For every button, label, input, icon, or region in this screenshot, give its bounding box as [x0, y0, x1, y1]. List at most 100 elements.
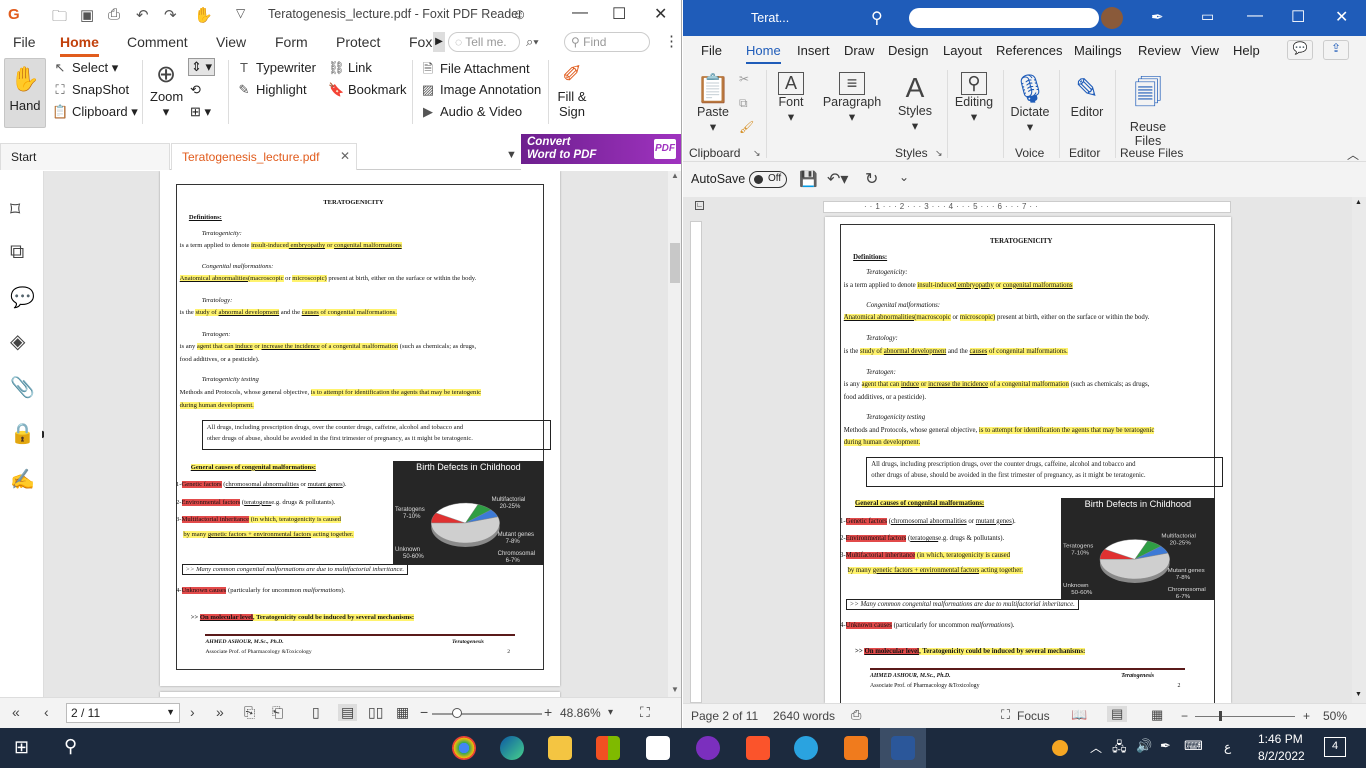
horizontal-ruler[interactable]: ··1···2···3···4···5···6···7··: [823, 201, 1231, 213]
save-icon[interactable]: ▣: [80, 6, 94, 24]
tab-start[interactable]: Start: [0, 143, 170, 170]
zoom-out-icon[interactable]: −: [420, 704, 428, 720]
page-number-field[interactable]: 2 / 11 ▼: [66, 703, 180, 723]
close-tab-icon[interactable]: ✕: [340, 149, 350, 163]
word-zoom-out-icon[interactable]: −: [1181, 709, 1188, 723]
word-tab-home[interactable]: Home: [746, 43, 781, 65]
format-painter-icon[interactable]: 🖌: [739, 120, 754, 134]
focus-label[interactable]: Focus: [1017, 709, 1050, 723]
word-zoom-level[interactable]: 50%: [1323, 709, 1347, 723]
typewriter-button[interactable]: T Typewriter: [236, 60, 316, 75]
tab-document[interactable]: Teratogenesis_lecture.pdf ✕: [171, 143, 357, 170]
designer-pen-icon[interactable]: ✒: [1151, 8, 1164, 26]
mail-icon[interactable]: [646, 736, 670, 760]
prev-page-icon[interactable]: ‹: [44, 704, 49, 720]
security-panel-icon[interactable]: 🔒: [10, 421, 35, 446]
styles-button[interactable]: A Styles ▾: [895, 72, 935, 133]
taskbar-search-icon[interactable]: ⚲: [64, 736, 77, 757]
edge-icon[interactable]: [500, 736, 524, 760]
volume-icon[interactable]: 🔊: [1136, 738, 1152, 754]
audio-video-button[interactable]: ▶ Audio & Video: [420, 104, 522, 120]
menu-scroll-right[interactable]: ▶: [433, 32, 445, 52]
weather-icon[interactable]: [1052, 740, 1068, 756]
clock-time[interactable]: 1:46 PM: [1258, 732, 1303, 746]
zoom-slider[interactable]: [432, 708, 542, 718]
attachments-panel-icon[interactable]: 📎: [10, 375, 35, 400]
scroll-down-icon[interactable]: ▼: [671, 685, 679, 694]
find-box[interactable]: ⚲ Find: [564, 32, 650, 52]
zoom-slider-thumb[interactable]: [452, 708, 462, 718]
chrome-icon[interactable]: [452, 736, 476, 760]
menu-home[interactable]: Home: [60, 34, 99, 57]
word-tab-insert[interactable]: Insert: [797, 43, 830, 58]
zoom-level[interactable]: 48.86%: [560, 706, 601, 720]
redo-icon[interactable]: ↷: [164, 6, 177, 24]
search-options-icon[interactable]: ⌕▾: [526, 34, 539, 50]
word-zoom-in-icon[interactable]: +: [1303, 709, 1310, 723]
autosave-toggle[interactable]: Off: [749, 171, 787, 188]
continuous-facing-icon[interactable]: ▦: [396, 704, 409, 721]
minimize-button[interactable]: —: [572, 4, 588, 22]
word-close-button[interactable]: ✕: [1335, 7, 1348, 27]
start-windows-icon[interactable]: ⊞: [14, 737, 29, 758]
file-explorer-icon[interactable]: [548, 736, 572, 760]
layers-panel-icon[interactable]: ◈: [10, 329, 25, 354]
first-page-icon[interactable]: «: [12, 704, 20, 720]
proofing-icon[interactable]: ⎙: [851, 707, 861, 723]
foxit-document-view[interactable]: TERATOGENICITY Definitions: Teratogenicity…: [44, 171, 668, 697]
highlight-button[interactable]: ✎ Highlight: [236, 82, 307, 98]
menu-protect[interactable]: Protect: [336, 34, 380, 50]
clipboard-launcher-icon[interactable]: ↘: [753, 148, 761, 159]
word-save-icon[interactable]: 💾: [799, 170, 818, 188]
fit-page-button[interactable]: ⇕ ▾: [188, 58, 216, 76]
network-icon[interactable]: 🖧: [1112, 738, 1127, 760]
single-page-icon[interactable]: ▯: [312, 704, 320, 721]
foxit-taskbar-icon[interactable]: [844, 736, 868, 760]
file-attachment-button[interactable]: 🗎 File Attachment: [420, 60, 530, 82]
zoom-button[interactable]: ⊕ Zoom ▾: [150, 60, 183, 120]
fullscreen-icon[interactable]: ⛶: [640, 704, 650, 721]
close-button[interactable]: ✕: [654, 4, 667, 24]
scroll-up-icon[interactable]: ▲: [671, 171, 679, 180]
tell-me-box[interactable]: ◌ Tell me.: [448, 32, 520, 52]
account-icon[interactable]: ☺: [512, 6, 527, 23]
word-maximize-button[interactable]: ☐: [1291, 7, 1305, 27]
pen-icon[interactable]: ✒: [1160, 738, 1171, 754]
hand-quick-icon[interactable]: ✋: [194, 6, 213, 24]
status-page[interactable]: Page 2 of 11: [691, 709, 758, 723]
convert-promo-banner[interactable]: Convert Word to PDF PDF: [521, 134, 681, 164]
word-document-area[interactable]: ∟ ··1···2···3···4···5···6···7·· TERATOGE…: [683, 197, 1366, 714]
web-layout-icon[interactable]: ▦: [1151, 707, 1163, 723]
word-minimize-button[interactable]: —: [1247, 7, 1263, 25]
print-layout-icon[interactable]: ▤: [1107, 706, 1128, 722]
reuse-files-button[interactable]: 🗐 Reuse Files: [1123, 72, 1173, 148]
store-icon[interactable]: [596, 736, 620, 760]
word-redo-icon[interactable]: ↻: [865, 169, 878, 189]
word-tab-help[interactable]: Help: [1233, 43, 1260, 58]
signature-panel-icon[interactable]: ✍: [10, 467, 35, 492]
tab-list-icon[interactable]: ▼: [506, 149, 517, 161]
open-icon[interactable]: 🗀: [52, 6, 67, 31]
paste-button[interactable]: 📋 Paste ▾: [695, 72, 731, 134]
rotate-button[interactable]: ⟲: [190, 82, 201, 98]
word-tab-mailings[interactable]: Mailings: [1074, 43, 1122, 58]
word-tab-view[interactable]: View: [1191, 43, 1219, 58]
menu-file[interactable]: File: [13, 34, 36, 50]
zoom-in-icon[interactable]: +: [544, 704, 552, 720]
word-tab-draw[interactable]: Draw: [844, 43, 874, 58]
status-words[interactable]: 2640 words: [773, 709, 835, 723]
undo-icon[interactable]: ↶: [136, 6, 149, 24]
telegram-icon[interactable]: [794, 736, 818, 760]
customize-qat-icon[interactable]: ⌄: [899, 170, 909, 184]
word-tab-design[interactable]: Design: [888, 43, 928, 58]
comments-panel-icon[interactable]: 💬: [10, 285, 35, 310]
image-annotation-button[interactable]: ▨ Image Annotation: [420, 82, 541, 98]
pages-panel-icon[interactable]: ⧉: [10, 241, 24, 264]
paragraph-button[interactable]: ≡ Paragraph ▾: [821, 72, 883, 124]
word-taskbar-active[interactable]: [880, 728, 926, 768]
bookmark-button[interactable]: 🔖 Bookmark: [328, 82, 407, 98]
focus-icon[interactable]: ⛶: [1001, 707, 1010, 723]
menu-form[interactable]: Form: [275, 34, 308, 50]
copy-icon[interactable]: ⧉: [739, 96, 748, 111]
word-zoom-thumb[interactable]: [1219, 711, 1222, 721]
